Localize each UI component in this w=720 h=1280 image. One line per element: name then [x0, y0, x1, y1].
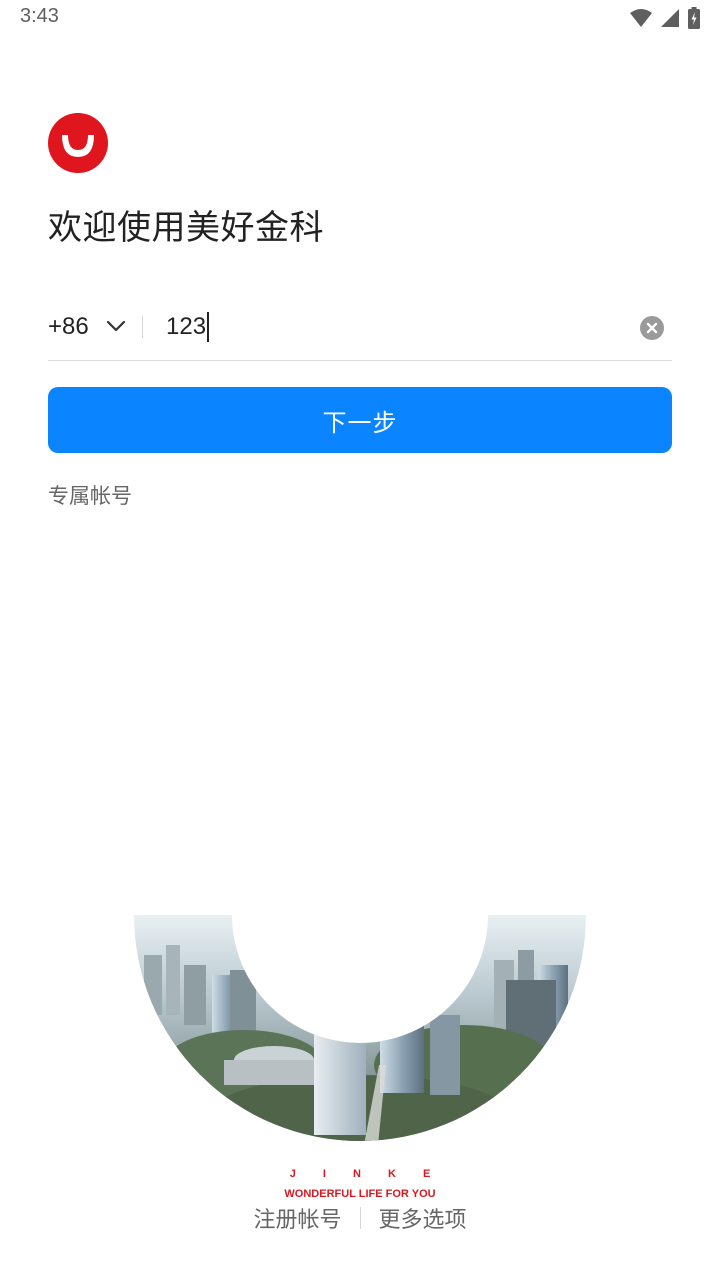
app-logo	[48, 113, 108, 173]
welcome-title: 欢迎使用美好金科	[48, 208, 324, 248]
wifi-icon	[630, 9, 652, 27]
vertical-divider	[142, 316, 143, 338]
phone-input-row: +86 123	[48, 300, 672, 361]
phone-number-input[interactable]: 123	[166, 312, 210, 342]
chevron-down-icon[interactable]	[106, 319, 126, 333]
brand-slogan: WONDERFUL LIFE FOR YOU	[284, 1188, 436, 1200]
signal-icon	[661, 9, 679, 27]
status-icons	[630, 7, 700, 29]
more-options-link[interactable]: 更多选项	[379, 1202, 467, 1234]
next-button[interactable]: 下一步	[48, 387, 672, 453]
link-separator	[359, 1207, 361, 1229]
register-account-link[interactable]: 注册帐号	[253, 1202, 341, 1234]
clear-input-icon[interactable]	[640, 316, 664, 340]
status-time: 3:43	[20, 5, 59, 27]
brand-name: J I N K E	[289, 1168, 443, 1180]
bottom-links: 注册帐号 更多选项	[0, 1202, 720, 1234]
text-cursor	[207, 312, 210, 342]
login-screen: 3:43 欢迎使用美好金科 +86 123 下一步 专属帐号 J I N K E…	[0, 0, 720, 1280]
country-code-selector[interactable]: +86	[48, 313, 89, 341]
status-bar: 3:43	[0, 0, 720, 36]
phone-number-value: 123	[166, 313, 207, 340]
dedicated-account-link[interactable]: 专属帐号	[48, 480, 132, 510]
cityscape-hero-image	[134, 915, 586, 1141]
battery-charging-icon	[688, 7, 700, 29]
